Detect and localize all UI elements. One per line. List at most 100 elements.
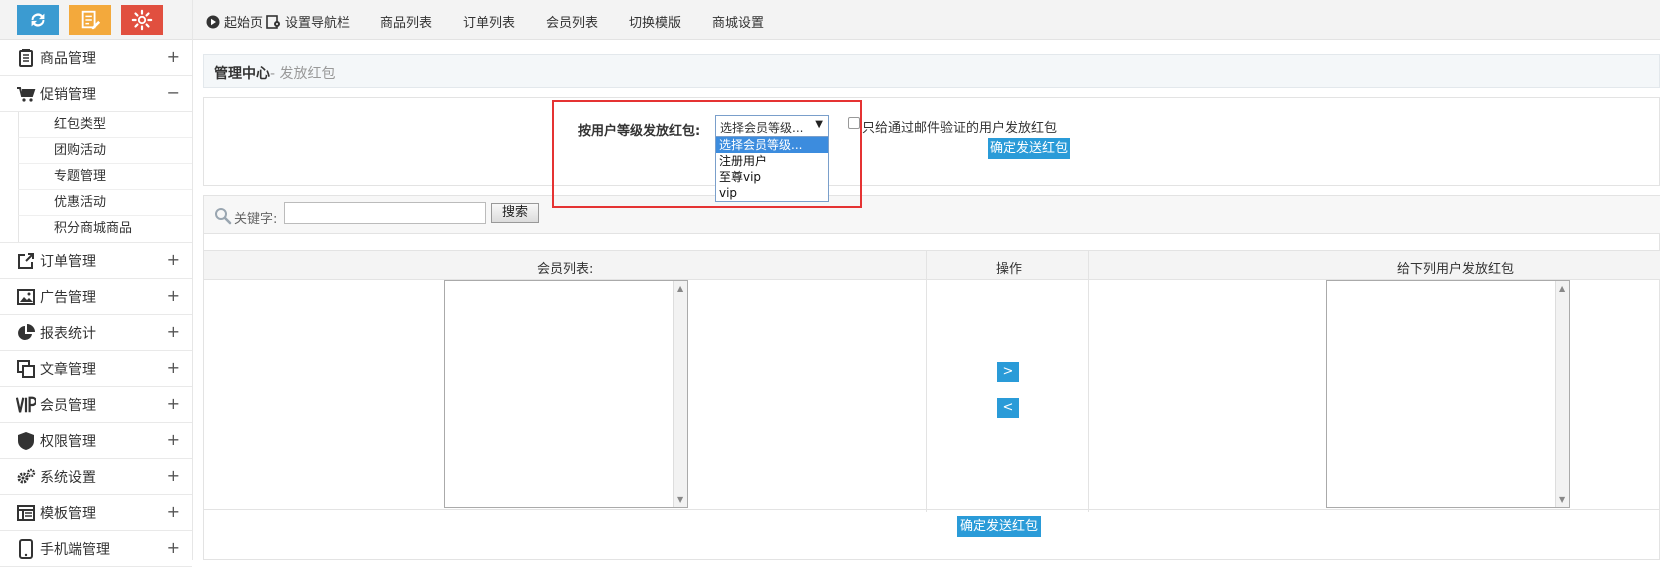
member-listbox[interactable]: ▲ ▼ bbox=[444, 280, 688, 508]
scroll-up-icon: ▲ bbox=[677, 284, 684, 293]
nav-set-navbar[interactable]: 设置导航栏 bbox=[266, 12, 350, 31]
confirm-send-button-top[interactable]: 确定发送红包 bbox=[988, 138, 1070, 159]
nav-order-list[interactable]: 订单列表 bbox=[463, 12, 515, 31]
refresh-icon bbox=[31, 13, 45, 27]
menu-ads[interactable]: 广告管理 + bbox=[0, 279, 192, 315]
scroll-down-icon: ▼ bbox=[677, 495, 684, 504]
menu-system-settings[interactable]: 系统设置 + bbox=[0, 459, 192, 495]
sidebar-toolbar bbox=[0, 0, 192, 40]
rank-label: 按用户等级发放红包: bbox=[578, 124, 701, 139]
goods-icon bbox=[16, 48, 36, 68]
breadcrumb: 管理中心- 发放红包 bbox=[203, 54, 1660, 88]
pie-chart-icon bbox=[16, 323, 36, 343]
rank-option[interactable]: vip bbox=[716, 185, 828, 201]
action-column-header: 操作 bbox=[996, 262, 1023, 277]
search-icon bbox=[215, 208, 232, 225]
settings-button[interactable] bbox=[121, 5, 163, 35]
target-user-listbox[interactable]: ▲ ▼ bbox=[1326, 280, 1570, 508]
menu-label: 促销管理 bbox=[40, 86, 96, 103]
remove-user-button[interactable]: < bbox=[997, 398, 1019, 418]
confirm-send-button-bottom[interactable]: 确定发送红包 bbox=[957, 516, 1041, 537]
menu-reports[interactable]: 报表统计 + bbox=[0, 315, 192, 351]
nav-shop-settings[interactable]: 商城设置 bbox=[712, 12, 764, 31]
menu-templates[interactable]: 模板管理 + bbox=[0, 495, 192, 531]
keyword-input[interactable] bbox=[284, 202, 486, 224]
menu-goods[interactable]: 商品管理 + bbox=[0, 40, 192, 76]
add-user-button[interactable]: > bbox=[997, 362, 1019, 382]
email-verified-label: 只给通过邮件验证的用户发放红包 bbox=[862, 121, 1058, 136]
expand-icon[interactable]: + bbox=[167, 288, 180, 304]
nav-home-label: 起始页 bbox=[224, 16, 264, 31]
search-bar: 关键字: 搜索 bbox=[204, 196, 1660, 234]
expand-icon[interactable]: + bbox=[167, 324, 180, 340]
nav-switch-template[interactable]: 切换模版 bbox=[629, 12, 681, 31]
expand-icon[interactable]: + bbox=[167, 468, 180, 484]
expand-icon[interactable]: + bbox=[167, 504, 180, 520]
nav-home[interactable]: 起始页 bbox=[206, 12, 263, 31]
nav-goods-list[interactable]: 商品列表 bbox=[380, 12, 432, 31]
submenu-item-topic[interactable]: 专题管理 bbox=[18, 164, 192, 190]
submenu-item-bonus-type[interactable]: 红包类型 bbox=[18, 112, 192, 138]
submenu-item-favourable[interactable]: 优惠活动 bbox=[18, 190, 192, 216]
rank-option[interactable]: 注册用户 bbox=[716, 153, 828, 169]
play-circle-icon bbox=[206, 15, 220, 28]
top-navigation: 起始页 设置导航栏 商品列表 订单列表 会员列表 切换模版 商城设置 bbox=[193, 0, 1660, 40]
expand-icon[interactable]: + bbox=[167, 540, 180, 556]
expand-icon[interactable]: + bbox=[167, 432, 180, 448]
main-content: 管理中心- 发放红包 按用户等级发放红包: 选择会员等级... ▼ 选择会员等级… bbox=[203, 40, 1660, 560]
breadcrumb-root[interactable]: 管理中心 bbox=[214, 66, 270, 82]
menu-label: 会员管理 bbox=[40, 397, 96, 414]
settings-doc-icon bbox=[266, 14, 280, 29]
image-icon bbox=[16, 287, 36, 307]
copy-icon bbox=[16, 359, 36, 379]
rank-dropdown-list: 选择会员等级... 注册用户 至尊vip vip bbox=[715, 136, 829, 202]
target-column-header: 给下列用户发放红包 bbox=[1397, 262, 1515, 277]
search-button[interactable]: 搜索 bbox=[491, 203, 539, 223]
scroll-up-icon: ▲ bbox=[1559, 284, 1566, 293]
user-select-panel: 关键字: 搜索 会员列表: 操作 给下列用户发放红包 ▲ ▼ ▲ ▼ > < 确定发… bbox=[203, 195, 1660, 560]
menu-articles[interactable]: 文章管理 + bbox=[0, 351, 192, 387]
expand-icon[interactable]: + bbox=[167, 360, 180, 376]
menu-label: 文章管理 bbox=[40, 361, 96, 378]
table-header: 会员列表: 操作 给下列用户发放红包 bbox=[204, 250, 1660, 280]
menu-label: 报表统计 bbox=[40, 325, 96, 342]
edit-button[interactable] bbox=[69, 5, 111, 35]
column-divider bbox=[1088, 250, 1089, 512]
column-divider bbox=[926, 250, 927, 512]
rank-select-value: 选择会员等级... bbox=[720, 121, 804, 135]
email-verified-checkbox[interactable] bbox=[848, 117, 860, 129]
submenu-item-group-buy[interactable]: 团购活动 bbox=[18, 138, 192, 164]
expand-icon[interactable]: + bbox=[167, 396, 180, 412]
vip-icon bbox=[16, 395, 36, 415]
menu-promotion[interactable]: 促销管理 − bbox=[0, 76, 192, 112]
dropdown-arrow-icon: ▼ bbox=[815, 119, 823, 130]
menu-label: 订单管理 bbox=[40, 253, 96, 270]
menu-permissions[interactable]: 权限管理 + bbox=[0, 423, 192, 459]
rank-option[interactable]: 选择会员等级... bbox=[716, 137, 828, 153]
scrollbar[interactable]: ▲ ▼ bbox=[1555, 281, 1569, 507]
gear-icon bbox=[131, 9, 153, 31]
menu-mobile[interactable]: 手机端管理 + bbox=[0, 531, 192, 567]
menu-members[interactable]: 会员管理 + bbox=[0, 387, 192, 423]
submenu-item-exchange-goods[interactable]: 积分商城商品 bbox=[18, 216, 192, 242]
keyword-label: 关键字: bbox=[234, 212, 278, 227]
menu-order[interactable]: 订单管理 + bbox=[0, 243, 192, 279]
members-column-header: 会员列表: bbox=[537, 262, 594, 277]
collapse-icon[interactable]: − bbox=[167, 85, 180, 101]
mobile-icon bbox=[16, 538, 36, 559]
menu-label: 商品管理 bbox=[40, 50, 96, 67]
nav-set-navbar-label: 设置导航栏 bbox=[285, 16, 351, 31]
rank-option[interactable]: 至尊vip bbox=[716, 169, 828, 185]
refresh-button[interactable] bbox=[17, 5, 59, 35]
divider bbox=[204, 509, 1660, 510]
expand-icon[interactable]: + bbox=[167, 252, 180, 268]
shield-icon bbox=[16, 431, 36, 451]
rank-select[interactable]: 选择会员等级... ▼ bbox=[715, 115, 829, 137]
send-by-rank-form bbox=[203, 97, 1660, 186]
menu-label: 手机端管理 bbox=[40, 541, 110, 558]
gears-icon bbox=[16, 467, 36, 487]
edit-icon bbox=[81, 10, 101, 30]
nav-member-list[interactable]: 会员列表 bbox=[546, 12, 598, 31]
expand-icon[interactable]: + bbox=[167, 49, 180, 65]
scrollbar[interactable]: ▲ ▼ bbox=[673, 281, 687, 507]
